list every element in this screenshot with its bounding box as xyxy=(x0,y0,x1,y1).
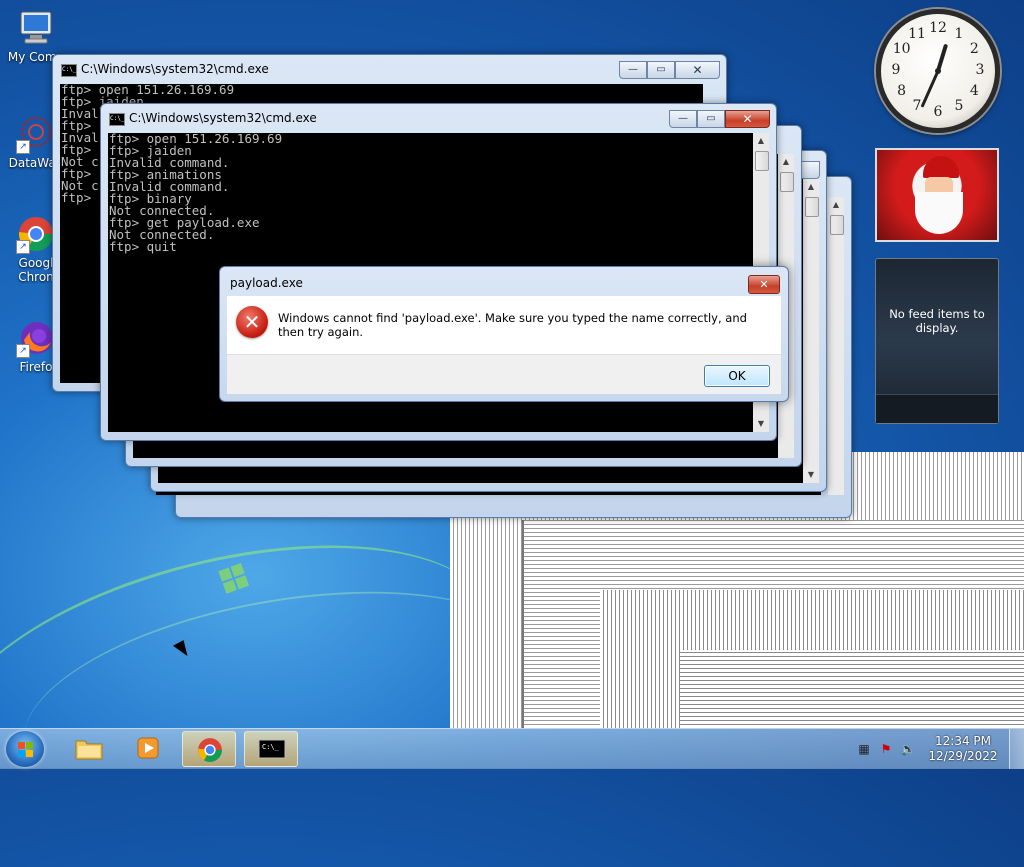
cmd-icon: C:\_ xyxy=(109,113,125,126)
scroll-up-icon[interactable]: ▲ xyxy=(778,154,794,170)
clock-number: 6 xyxy=(933,104,943,120)
chrome-icon: ↗ xyxy=(16,214,56,254)
folder-icon xyxy=(75,735,103,761)
taskbar-button-media-player[interactable] xyxy=(122,731,176,767)
taskbar-button-chrome[interactable] xyxy=(182,731,236,767)
error-message: Windows cannot find 'payload.exe'. Make … xyxy=(278,311,747,339)
clock-center xyxy=(935,68,941,74)
minimize-button[interactable]: — xyxy=(669,110,697,128)
taskbar-button-explorer[interactable] xyxy=(62,731,116,767)
scroll-up-icon[interactable]: ▲ xyxy=(803,179,819,195)
clock-hour-hand xyxy=(936,44,948,73)
clock-gadget[interactable]: 12 1 2 3 4 5 6 7 8 9 10 11 xyxy=(876,9,1000,133)
console-line: ftp> quit xyxy=(109,239,177,254)
scroll-down-icon[interactable]: ▼ xyxy=(753,416,769,432)
window-title: C:\Windows\system32\cmd.exe xyxy=(129,111,317,125)
taskbar-button-cmd[interactable]: C:\_ xyxy=(244,731,298,767)
cmd-icon: C:\_ xyxy=(258,736,286,762)
console-line: ftp> open 151.26.169.69 xyxy=(61,84,235,97)
scroll-up-icon[interactable]: ▲ xyxy=(828,197,844,213)
svg-text:C:\_: C:\_ xyxy=(262,743,280,751)
media-player-icon xyxy=(135,735,163,761)
datawag-icon: ↗ xyxy=(16,114,56,154)
dialog-footer: OK xyxy=(227,354,781,394)
error-icon: ✕ xyxy=(236,306,268,338)
system-tray: ▦ ⚑ 🔈 12:34 PM 12/29/2022 xyxy=(854,729,1024,769)
clock-number: 8 xyxy=(897,83,907,99)
title-bar[interactable]: C:\_ C:\Windows\system32\cmd.exe — ▭ ✕ xyxy=(101,104,776,132)
scroll-down-icon[interactable]: ▼ xyxy=(803,467,819,483)
feed-empty-message: No feed items to display. xyxy=(889,307,985,335)
console-line: Invalid command. xyxy=(109,179,230,194)
clock-number: 3 xyxy=(975,62,985,78)
close-button[interactable]: ✕ xyxy=(725,110,770,128)
window-title: C:\Windows\system32\cmd.exe xyxy=(81,62,269,76)
clock-number: 12 xyxy=(929,20,947,36)
close-button[interactable]: ✕ xyxy=(675,61,720,79)
show-desktop-button[interactable] xyxy=(1009,729,1024,769)
shortcut-arrow-icon: ↗ xyxy=(16,344,30,358)
firefox-icon: ↗ xyxy=(16,318,56,358)
maximize-button[interactable]: ▭ xyxy=(697,110,725,128)
clock-number: 7 xyxy=(912,98,922,115)
computer-icon xyxy=(16,8,56,48)
scroll-thumb[interactable] xyxy=(830,215,844,235)
feed-headlines-gadget[interactable]: No feed items to display. xyxy=(875,258,999,424)
clock-number: 1 xyxy=(954,25,964,42)
console-line: ftp> open 151.26.169.69 xyxy=(109,133,283,146)
chrome-icon xyxy=(196,736,224,762)
dialog-title: payload.exe xyxy=(230,276,303,290)
screen-artifact-stripes-4 xyxy=(680,650,1024,728)
vertical-scrollbar[interactable]: ▲ xyxy=(828,197,844,495)
clock-number: 5 xyxy=(954,98,964,115)
dialog-body: ✕ Windows cannot find 'payload.exe'. Mak… xyxy=(227,296,781,354)
network-icon[interactable]: ▦ xyxy=(856,741,872,757)
taskbar: C:\_ ▦ ⚑ 🔈 12:34 PM 12/29/2022 xyxy=(0,728,1024,769)
scroll-thumb[interactable] xyxy=(780,172,794,192)
maximize-button[interactable]: ▭ xyxy=(647,61,675,79)
error-dialog[interactable]: payload.exe ✕ ✕ Windows cannot find 'pay… xyxy=(219,266,789,402)
santa-beard xyxy=(915,192,963,234)
shortcut-arrow-icon: ↗ xyxy=(16,140,30,154)
clock-tray[interactable]: 12:34 PM 12/29/2022 xyxy=(928,734,998,764)
action-center-flag-icon[interactable]: ⚑ xyxy=(878,741,894,757)
shortcut-arrow-icon: ↗ xyxy=(16,240,30,254)
ok-button[interactable]: OK xyxy=(704,365,770,387)
console-line: Not connected. xyxy=(109,227,215,242)
volume-icon[interactable]: 🔈 xyxy=(900,741,916,757)
slideshow-gadget[interactable] xyxy=(875,148,999,242)
feed-toolbar xyxy=(876,394,998,423)
scroll-thumb[interactable] xyxy=(805,197,819,217)
cmd-icon: C:\_ xyxy=(61,64,77,77)
vertical-scrollbar[interactable]: ▲ ▼ xyxy=(803,179,819,483)
santa-hat xyxy=(923,156,959,178)
clock-number: 11 xyxy=(908,25,926,42)
title-bar[interactable]: C:\_ C:\Windows\system32\cmd.exe — ▭ ✕ xyxy=(53,55,726,83)
clock-number: 9 xyxy=(891,62,901,78)
tray-date: 12/29/2022 xyxy=(928,749,998,763)
clock-number: 2 xyxy=(969,41,979,57)
scroll-thumb[interactable] xyxy=(755,151,769,171)
dialog-close-button[interactable]: ✕ xyxy=(748,275,780,294)
clock-number: 10 xyxy=(892,41,911,57)
tray-time: 12:34 PM xyxy=(935,734,991,748)
scroll-up-icon[interactable]: ▲ xyxy=(753,133,769,149)
start-button[interactable] xyxy=(6,731,44,767)
minimize-button[interactable]: — xyxy=(619,61,647,79)
clock-number: 4 xyxy=(969,83,979,99)
